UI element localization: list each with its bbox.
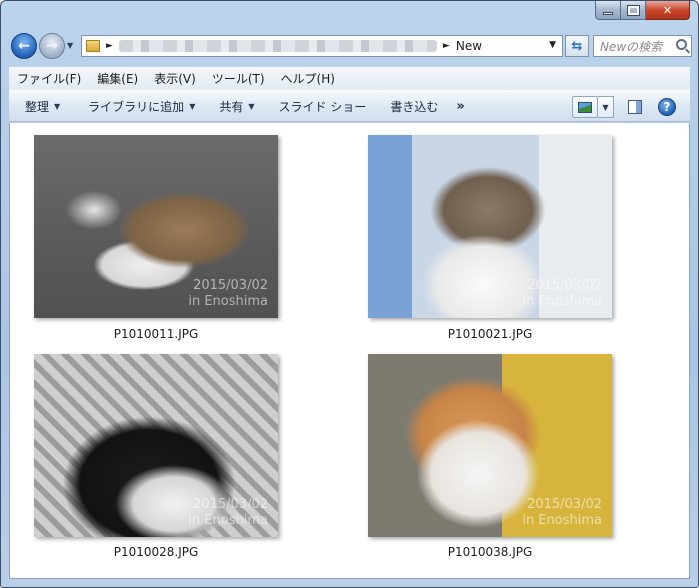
- organize-button[interactable]: 整理 ▼: [9, 91, 70, 121]
- folder-icon: [86, 40, 100, 52]
- photo-date-stamp: 2015/03/02 in Enoshima: [188, 497, 268, 529]
- stamp-place: in Enoshima: [522, 294, 602, 309]
- menu-view[interactable]: 表示(V): [146, 70, 204, 87]
- chevron-down-icon: ▼: [54, 101, 61, 111]
- view-options-dropdown[interactable]: ▼: [598, 96, 614, 118]
- photo-date-stamp: 2015/03/02 in Enoshima: [522, 497, 602, 529]
- stamp-date: 2015/03/02: [193, 497, 268, 512]
- share-button[interactable]: 共有 ▼: [209, 91, 264, 121]
- file-name[interactable]: P1010028.JPG: [34, 545, 278, 559]
- menu-bar: ファイル(F) 編集(E) 表示(V) ツール(T) ヘルプ(H): [9, 66, 690, 90]
- refresh-button[interactable]: ⇆: [565, 35, 589, 57]
- help-icon[interactable]: ?: [658, 98, 676, 116]
- stamp-date: 2015/03/02: [527, 278, 602, 293]
- burn-button[interactable]: 書き込む: [380, 91, 448, 121]
- address-bar[interactable]: ► ► New ▼: [81, 35, 563, 57]
- organize-label: 整理: [25, 99, 50, 114]
- close-icon: ✕: [662, 3, 673, 17]
- chevron-down-icon: ▼: [248, 101, 255, 111]
- breadcrumb-blurred-path: [118, 40, 437, 52]
- menu-edit[interactable]: 編集(E): [89, 70, 146, 87]
- more-commands-button[interactable]: »: [448, 91, 474, 121]
- thumbnail-image[interactable]: 2015/03/02 in Enoshima: [34, 354, 278, 537]
- photo-date-stamp: 2015/03/02 in Enoshima: [188, 278, 268, 310]
- caption-buttons: ✕: [595, 1, 690, 20]
- address-history-dropdown[interactable]: ▼: [549, 40, 556, 50]
- slideshow-button[interactable]: スライド ショー: [269, 91, 377, 121]
- stamp-place: in Enoshima: [188, 294, 268, 309]
- share-label: 共有: [219, 99, 244, 114]
- search-input[interactable]: Newの検索: [593, 35, 692, 57]
- stamp-date: 2015/03/02: [527, 497, 602, 512]
- file-name[interactable]: P1010038.JPG: [368, 545, 612, 559]
- maximize-button[interactable]: [621, 1, 646, 20]
- preview-pane-icon[interactable]: [628, 100, 642, 114]
- recent-pages-dropdown[interactable]: ▼: [67, 41, 73, 50]
- thumbnail-image[interactable]: 2015/03/02 in Enoshima: [368, 135, 612, 318]
- change-view-button[interactable]: [572, 96, 598, 118]
- photo-date-stamp: 2015/03/02 in Enoshima: [522, 278, 602, 310]
- thumbnail-image[interactable]: 2015/03/02 in Enoshima: [34, 135, 278, 318]
- file-name[interactable]: P1010011.JPG: [34, 327, 278, 341]
- minimize-button[interactable]: [595, 1, 621, 20]
- breadcrumb-arrow-icon[interactable]: ►: [443, 41, 450, 51]
- maximize-icon: [626, 4, 640, 16]
- file-name[interactable]: P1010021.JPG: [368, 327, 612, 341]
- address-row: ← → ▼ ► ► New ▼ ⇆ Newの検索: [9, 31, 692, 61]
- back-arrow-icon: ←: [18, 38, 30, 54]
- refresh-icon: ⇆: [571, 38, 583, 54]
- thumbnail-image[interactable]: 2015/03/02 in Enoshima: [368, 354, 612, 537]
- search-icon: [676, 39, 687, 50]
- breadcrumb-current-folder[interactable]: New: [456, 39, 482, 53]
- file-list: 2015/03/02 in Enoshima P1010011.JPG 2015…: [9, 123, 690, 579]
- chevron-down-icon: ▼: [189, 101, 196, 111]
- close-button[interactable]: ✕: [646, 1, 690, 20]
- forward-arrow-icon: →: [46, 38, 58, 54]
- command-bar: 整理 ▼ ライブラリに追加 ▼ 共有 ▼ スライド ショー 書き込む » ▼ ?: [9, 90, 690, 122]
- menu-help[interactable]: ヘルプ(H): [273, 70, 343, 87]
- explorer-window: ✕ ← → ▼ ► ► New ▼ ⇆ Newの検索 ファイル(F) 編集(E)…: [0, 0, 699, 588]
- menu-tools[interactable]: ツール(T): [204, 70, 273, 87]
- menu-file[interactable]: ファイル(F): [9, 70, 89, 87]
- back-button[interactable]: ←: [11, 33, 37, 59]
- add-to-library-button[interactable]: ライブラリに追加 ▼: [78, 91, 205, 121]
- stamp-place: in Enoshima: [522, 513, 602, 528]
- add-to-library-label: ライブラリに追加: [88, 99, 185, 114]
- stamp-place: in Enoshima: [188, 513, 268, 528]
- stamp-date: 2015/03/02: [193, 278, 268, 293]
- search-placeholder: Newの検索: [600, 39, 663, 54]
- breadcrumb-arrow-icon[interactable]: ►: [106, 41, 113, 51]
- forward-button[interactable]: →: [39, 33, 65, 59]
- view-thumbnail-icon: [578, 101, 592, 113]
- minimize-icon: [603, 11, 613, 15]
